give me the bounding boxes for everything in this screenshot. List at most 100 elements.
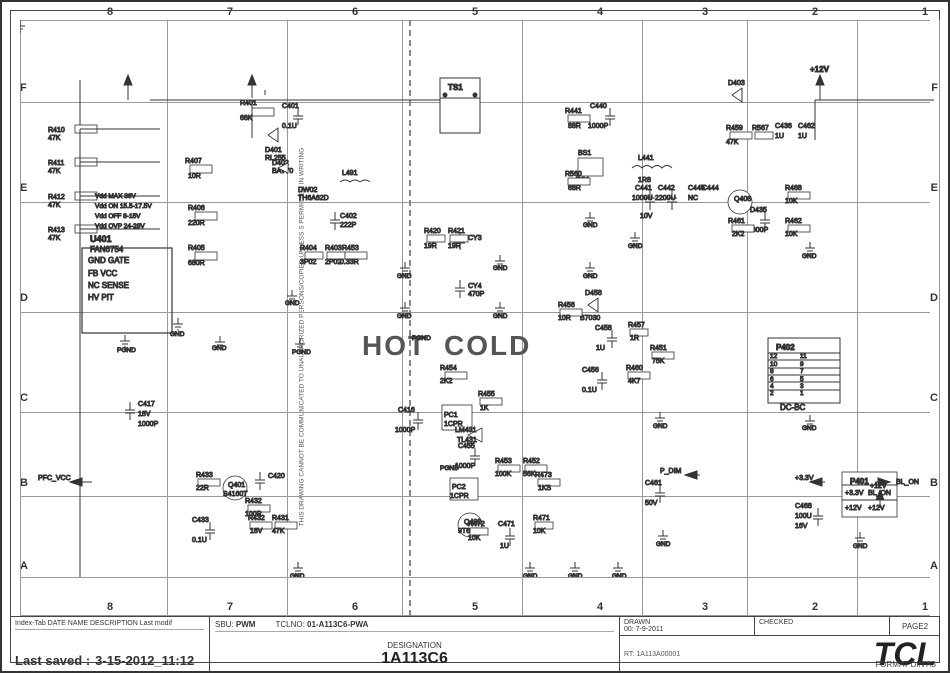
svg-text:1000P: 1000P	[588, 123, 609, 130]
svg-text:R471: R471	[533, 515, 550, 522]
svg-text:470P: 470P	[468, 291, 485, 298]
svg-text:C420: C420	[268, 473, 285, 480]
svg-text:R412: R412	[48, 194, 65, 201]
svg-text:GND: GND	[802, 425, 817, 432]
svg-text:D435: D435	[750, 207, 767, 214]
page-cell: PAGE 2	[890, 617, 940, 635]
svg-text:BL_ON: BL_ON	[896, 479, 919, 486]
svg-text:R457: R457	[628, 322, 645, 329]
svg-text:R441: R441	[565, 108, 582, 115]
svg-text:1R8: 1R8	[638, 177, 651, 184]
col-label-7: 7	[227, 6, 233, 18]
svg-text:R411: R411	[48, 160, 64, 167]
svg-text:GND: GND	[212, 345, 227, 352]
svg-text:R468: R468	[785, 185, 802, 192]
svg-text:19R: 19R	[448, 243, 461, 250]
svg-text:FAN6754: FAN6754	[90, 245, 124, 254]
svg-text:HV PIT: HV PIT	[88, 293, 114, 302]
svg-text:22R: 22R	[196, 485, 209, 492]
svg-text:10K: 10K	[533, 528, 546, 535]
svg-text:+12V: +12V	[845, 505, 862, 512]
svg-text:TS1: TS1	[448, 83, 463, 92]
svg-text:68K: 68K	[240, 115, 253, 122]
svg-text:LM431: LM431	[455, 427, 477, 434]
svg-text:1U: 1U	[596, 345, 605, 352]
svg-text:1U: 1U	[798, 133, 807, 140]
svg-text:Q408: Q408	[734, 196, 751, 203]
svg-text:C442: C442	[658, 185, 675, 192]
svg-text:19R: 19R	[424, 243, 437, 250]
svg-text:2K2: 2K2	[440, 378, 453, 385]
svg-text:100K: 100K	[495, 471, 512, 478]
svg-text:C456: C456	[582, 367, 599, 374]
svg-text:C402: C402	[340, 213, 357, 220]
svg-text:1U: 1U	[500, 543, 509, 550]
svg-text:R403: R403	[325, 245, 342, 252]
svg-text:R413: R413	[48, 227, 65, 234]
grid-v-r	[939, 20, 940, 616]
svg-text:11: 11	[800, 353, 807, 360]
svg-text:PFC_VCC: PFC_VCC	[38, 475, 71, 482]
svg-text:NC SENSE: NC SENSE	[88, 281, 129, 290]
col-label-7b: 7	[227, 601, 233, 613]
svg-text:0.1U: 0.1U	[192, 537, 207, 544]
svg-text:1: 1	[800, 390, 804, 397]
svg-text:GND: GND	[612, 573, 627, 577]
svg-text:7: 7	[800, 368, 804, 375]
svg-text:88R: 88R	[568, 123, 581, 130]
designation-row: DESIGNATION 1A113C6	[215, 641, 614, 668]
svg-text:+3.3V: +3.3V	[795, 475, 814, 482]
svg-text:CY3: CY3	[468, 235, 482, 242]
svg-text:PGND: PGND	[117, 347, 136, 354]
svg-text:R472: R472	[468, 521, 485, 528]
svg-text:R405: R405	[188, 245, 205, 252]
svg-text:GND: GND	[583, 222, 598, 229]
svg-text:GND: GND	[656, 541, 671, 548]
index-tab-row: Index-Tab DATE NAME DESCRIPTION Last mod…	[15, 620, 204, 630]
col-label-6: 6	[352, 6, 358, 18]
svg-text:1000P: 1000P	[395, 427, 416, 434]
bottom-bar: Index-Tab DATE NAME DESCRIPTION Last mod…	[10, 616, 940, 671]
svg-text:+12V: +12V	[810, 65, 830, 74]
col-label-4: 4	[597, 6, 603, 18]
svg-text:R459: R459	[726, 125, 743, 132]
svg-text:12: 12	[770, 353, 778, 360]
svg-text:680R: 680R	[188, 260, 205, 267]
svg-text:R421: R421	[448, 228, 465, 235]
svg-text:L491: L491	[342, 170, 358, 177]
svg-text:R453: R453	[495, 458, 512, 465]
svg-text:16V: 16V	[795, 523, 808, 530]
svg-text:R431: R431	[272, 515, 289, 522]
svg-text:GND: GND	[802, 253, 817, 260]
col-label-3b: 3	[702, 601, 708, 613]
svg-text:D458: D458	[585, 290, 602, 297]
svg-text:222P: 222P	[340, 222, 357, 229]
svg-text:10K: 10K	[468, 535, 481, 542]
svg-text:+12V: +12V	[870, 483, 887, 490]
svg-text:10K: 10K	[785, 231, 798, 238]
schematic-svg: GND GATE FB VCC NC SENSE HV PIT U401 FAN…	[20, 20, 934, 577]
svg-text:PGND: PGND	[292, 349, 311, 356]
svg-text:GND: GND	[523, 573, 538, 577]
svg-text:C468: C468	[795, 503, 812, 510]
col-label-5: 5	[472, 6, 478, 18]
svg-text:PC2: PC2	[452, 484, 466, 491]
svg-text:5: 5	[800, 376, 804, 383]
svg-text:GND: GND	[397, 313, 412, 320]
svg-text:68R: 68R	[568, 185, 581, 192]
svg-text:C458: C458	[595, 325, 612, 332]
svg-text:1K: 1K	[480, 405, 489, 412]
svg-text:47K: 47K	[726, 139, 739, 146]
drawn-row: DRAWN 00: 7-9-2011 CHECKED PAGE 2	[620, 617, 940, 636]
svg-text:R454: R454	[440, 365, 457, 372]
svg-text:GND GATE: GND GATE	[88, 256, 129, 265]
svg-text:Vdd OFF 8-15V: Vdd OFF 8-15V	[95, 213, 141, 220]
svg-text:DC-BC: DC-BC	[780, 403, 806, 412]
col-label-2b: 2	[812, 601, 818, 613]
svg-text:C462: C462	[798, 123, 815, 130]
svg-text:18V: 18V	[250, 528, 263, 535]
svg-text:R404: R404	[300, 245, 317, 252]
svg-text:GND: GND	[397, 273, 412, 280]
svg-text:1000U: 1000U	[632, 195, 653, 202]
svg-text:C401: C401	[282, 103, 299, 110]
